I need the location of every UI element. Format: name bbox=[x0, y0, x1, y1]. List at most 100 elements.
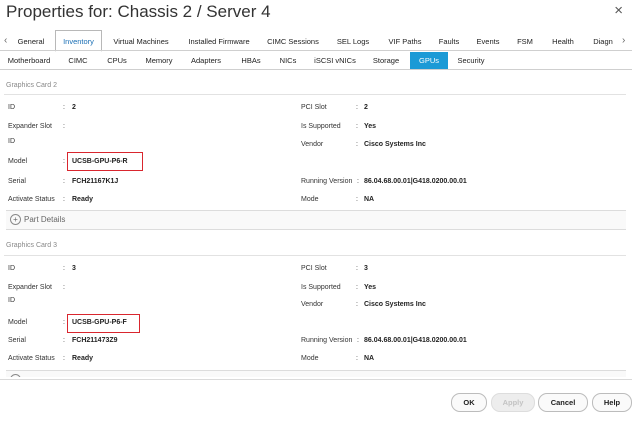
tab-installed-firmware[interactable]: Installed Firmware bbox=[181, 34, 257, 49]
is-supported-label: Is Supported bbox=[301, 123, 341, 130]
colon: : bbox=[356, 355, 358, 362]
vendor-label: Vendor bbox=[301, 141, 324, 148]
colon: : bbox=[63, 123, 65, 130]
activate-status-value: Ready bbox=[72, 355, 94, 362]
help-button[interactable]: Help bbox=[592, 393, 632, 412]
colon: : bbox=[63, 319, 65, 326]
vendor-value: Cisco Systems Inc bbox=[364, 141, 426, 148]
tab-sel-logs[interactable]: SEL Logs bbox=[331, 34, 375, 49]
model-label: Model bbox=[8, 158, 28, 165]
expand-plus-icon[interactable]: + bbox=[10, 374, 21, 377]
running-version-value: 86.04.68.00.01|G418.0200.00.01 bbox=[364, 337, 467, 344]
subtab-gpus[interactable]: GPUs bbox=[410, 52, 448, 69]
id-value: 3 bbox=[72, 265, 76, 272]
colon: : bbox=[356, 301, 358, 308]
subtab-divider bbox=[0, 69, 632, 70]
running-version-label: Running Version bbox=[301, 337, 353, 344]
serial-value: FCH211473Z9 bbox=[72, 337, 118, 344]
subtab-iscsi-vnics[interactable]: iSCSI vNICs bbox=[308, 52, 362, 69]
running-version-label: Running Version bbox=[301, 178, 353, 185]
close-icon[interactable]: × bbox=[614, 2, 623, 19]
footer-divider bbox=[0, 379, 632, 380]
tab-inventory[interactable]: Inventory bbox=[55, 30, 102, 52]
mode-label: Mode bbox=[301, 355, 319, 362]
tab-divider bbox=[0, 50, 632, 51]
cancel-button[interactable]: Cancel bbox=[538, 393, 588, 412]
part-details-expander[interactable]: + Part Details bbox=[6, 210, 626, 230]
colon: : bbox=[63, 196, 65, 203]
serial-label: Serial bbox=[8, 337, 26, 344]
primary-tab-bar: ‹ General Inventory Virtual Machines Ins… bbox=[0, 30, 632, 52]
apply-button[interactable]: Apply bbox=[491, 393, 535, 412]
model-label: Model bbox=[8, 319, 28, 326]
colon: : bbox=[63, 284, 65, 291]
window-title: Properties for: Chassis 2 / Server 4 bbox=[6, 2, 271, 21]
expander-id-label: ID bbox=[8, 138, 15, 145]
tab-events[interactable]: Events bbox=[472, 34, 504, 49]
is-supported-value: Yes bbox=[364, 284, 377, 291]
subtab-hbas[interactable]: HBAs bbox=[234, 52, 268, 69]
pci-slot-value: 2 bbox=[364, 104, 368, 111]
colon: : bbox=[63, 355, 65, 362]
id-value: 2 bbox=[72, 104, 76, 111]
colon: : bbox=[356, 123, 358, 130]
card-title: Graphics Card 2 bbox=[6, 82, 57, 89]
colon: : bbox=[357, 178, 359, 185]
vendor-label: Vendor bbox=[301, 301, 324, 308]
gpu-details-panel[interactable]: Graphics Card 2 ID : 2 Expander Slot : I… bbox=[0, 72, 632, 377]
subtab-motherboard[interactable]: Motherboard bbox=[2, 52, 56, 69]
vendor-value: Cisco Systems Inc bbox=[364, 301, 426, 308]
subtab-storage[interactable]: Storage bbox=[366, 52, 406, 69]
id-label: ID bbox=[8, 104, 15, 111]
tab-virtual-machines[interactable]: Virtual Machines bbox=[107, 34, 175, 49]
tab-diagnostics[interactable]: Diagn bbox=[588, 34, 618, 49]
serial-label: Serial bbox=[8, 178, 26, 185]
part-details-expander[interactable]: + bbox=[6, 370, 626, 377]
section-divider bbox=[4, 94, 626, 95]
tab-vif-paths[interactable]: VIF Paths bbox=[382, 34, 428, 49]
subtab-nics[interactable]: NICs bbox=[274, 52, 302, 69]
activate-status-label: Activate Status bbox=[8, 355, 55, 362]
tab-general[interactable]: General bbox=[14, 34, 48, 49]
colon: : bbox=[63, 104, 65, 111]
colon: : bbox=[356, 265, 358, 272]
mode-label: Mode bbox=[301, 196, 319, 203]
tab-scroll-right-icon[interactable]: › bbox=[622, 35, 625, 46]
tab-fsm[interactable]: FSM bbox=[512, 34, 538, 49]
activate-status-label: Activate Status bbox=[8, 196, 55, 203]
subtab-memory[interactable]: Memory bbox=[140, 52, 178, 69]
pci-slot-label: PCI Slot bbox=[301, 265, 327, 272]
expander-slot-label: Expander Slot bbox=[8, 123, 52, 130]
pci-slot-label: PCI Slot bbox=[301, 104, 327, 111]
secondary-tab-bar: Motherboard CIMC CPUs Memory Adapters HB… bbox=[0, 52, 632, 69]
model-value: UCSB-GPU-P6-R bbox=[72, 158, 128, 165]
card-title: Graphics Card 3 bbox=[6, 242, 57, 249]
is-supported-label: Is Supported bbox=[301, 284, 341, 291]
is-supported-value: Yes bbox=[364, 123, 377, 130]
tab-faults[interactable]: Faults bbox=[434, 34, 464, 49]
ok-button[interactable]: OK bbox=[451, 393, 487, 412]
tab-scroll-left-icon[interactable]: ‹ bbox=[4, 35, 7, 46]
colon: : bbox=[356, 104, 358, 111]
tab-health[interactable]: Health bbox=[546, 34, 580, 49]
activate-status-value: Ready bbox=[72, 196, 94, 203]
model-value: UCSB-GPU-P6-F bbox=[72, 319, 127, 326]
mode-value: NA bbox=[364, 355, 375, 362]
colon: : bbox=[63, 158, 65, 165]
tab-cimc-sessions[interactable]: CIMC Sessions bbox=[263, 34, 323, 49]
subtab-cimc[interactable]: CIMC bbox=[62, 52, 94, 69]
section-divider bbox=[4, 255, 626, 256]
colon: : bbox=[63, 265, 65, 272]
subtab-security[interactable]: Security bbox=[452, 52, 490, 69]
expand-plus-icon[interactable]: + bbox=[10, 214, 21, 225]
id-label: ID bbox=[8, 265, 15, 272]
running-version-value: 86.04.68.00.01|G418.0200.00.01 bbox=[364, 178, 467, 185]
colon: : bbox=[356, 196, 358, 203]
subtab-adapters[interactable]: Adapters bbox=[184, 52, 228, 69]
colon: : bbox=[356, 284, 358, 291]
subtab-cpus[interactable]: CPUs bbox=[100, 52, 134, 69]
colon: : bbox=[63, 178, 65, 185]
serial-value: FCH21167K1J bbox=[72, 178, 119, 185]
expander-slot-label: Expander Slot bbox=[8, 284, 52, 291]
colon: : bbox=[63, 337, 65, 344]
